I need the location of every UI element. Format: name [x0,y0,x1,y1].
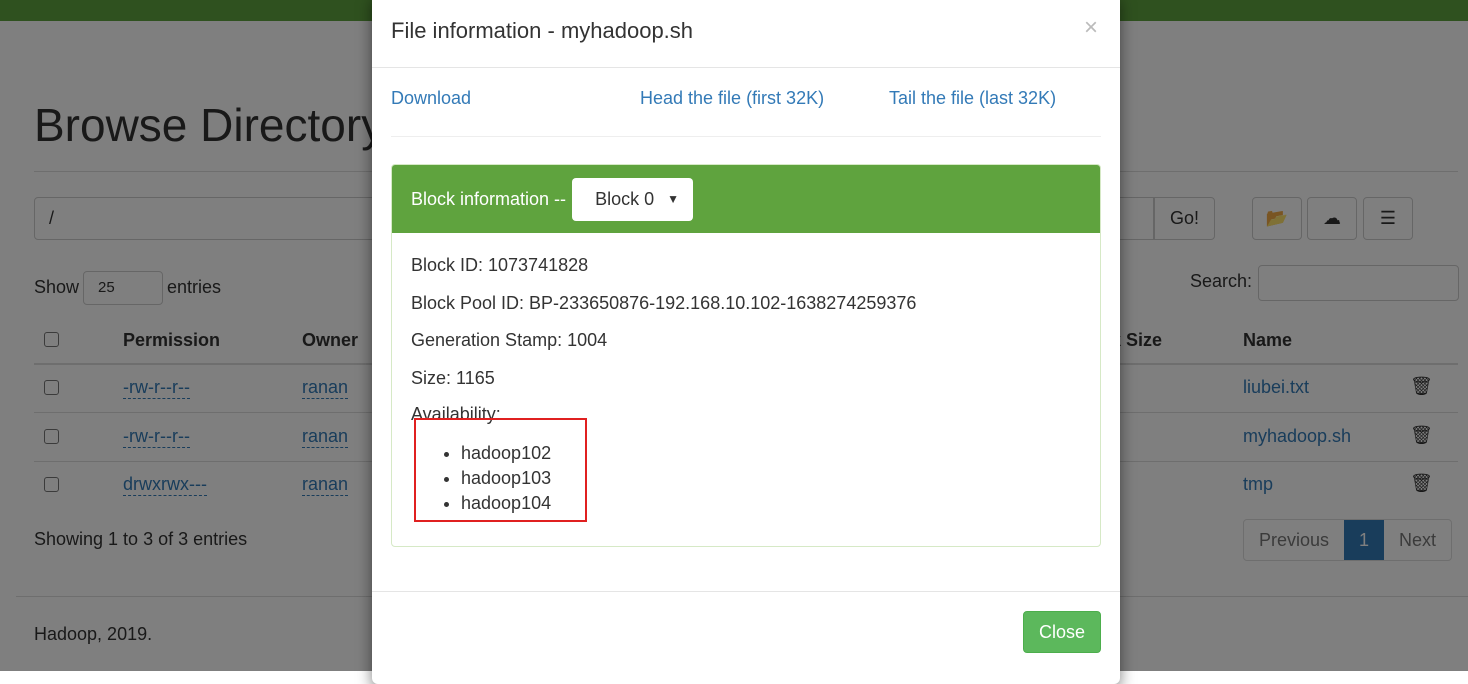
block-information-panel: Block information -- Block 0 ▼ Block ID: … [391,164,1101,547]
tail-file-link[interactable]: Tail the file (last 32K) [889,88,1056,109]
block-select[interactable]: Block 0 ▼ [572,177,694,221]
modal-title: File information - myhadoop.sh [391,18,694,43]
divider [372,591,1120,592]
block-pool-id: Block Pool ID: BP-233650876-192.168.10.1… [411,293,917,313]
block-information-label: Block information -- [411,188,567,209]
host-item: hadoop102 [461,441,551,466]
divider [391,136,1101,137]
head-file-link[interactable]: Head the file (first 32K) [640,88,824,109]
download-link[interactable]: Download [391,88,471,109]
block-id: Block ID: 1073741828 [411,255,589,275]
block-select-value: Block 0 [595,188,655,209]
host-item: hadoop103 [461,466,551,491]
host-item: hadoop104 [461,491,551,516]
panel-heading: Block information -- Block 0 ▼ [392,165,1100,233]
close-icon[interactable]: × [1084,14,1098,42]
block-size: Size: 1165 [411,368,495,388]
availability-list: hadoop102 hadoop103 hadoop104 [461,441,551,516]
chevron-down-icon: ▼ [667,192,680,206]
file-information-modal: File information - myhadoop.sh × Downloa… [372,0,1120,684]
divider [372,67,1120,68]
close-button[interactable]: Close [1023,611,1101,653]
generation-stamp: Generation Stamp: 1004 [411,330,608,350]
